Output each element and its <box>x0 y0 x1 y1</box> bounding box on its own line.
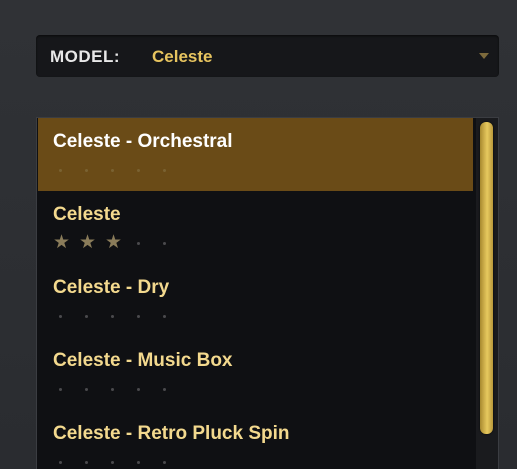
rating-dot <box>163 460 166 464</box>
empty-rating-dot-icon[interactable] <box>79 454 105 469</box>
preset-name: Celeste <box>53 204 121 225</box>
preset-rating[interactable]: ★ ★ ★ <box>53 233 183 252</box>
preset-item[interactable]: Celeste - Orchestral <box>38 118 473 191</box>
empty-rating-dot-icon[interactable] <box>157 308 183 324</box>
preset-rating[interactable] <box>53 454 183 469</box>
rating-dot <box>85 387 88 391</box>
preset-name: Celeste - Retro Pluck Spin <box>53 423 290 444</box>
preset-rating[interactable] <box>53 308 183 324</box>
empty-rating-dot-icon[interactable] <box>79 381 105 397</box>
instrument-browser: MODEL: Celeste Celeste - Orchestral Cele… <box>0 0 517 469</box>
empty-rating-dot-icon[interactable] <box>131 308 157 324</box>
preset-rating[interactable] <box>53 381 183 397</box>
star-icon[interactable]: ★ <box>105 233 131 252</box>
empty-rating-dot-icon[interactable] <box>105 381 131 397</box>
empty-rating-dot-icon[interactable] <box>131 162 157 178</box>
empty-rating-dot-icon[interactable] <box>79 162 105 178</box>
model-selector[interactable]: MODEL: Celeste <box>36 35 499 77</box>
empty-rating-dot-icon[interactable] <box>79 308 105 324</box>
rating-dot <box>137 241 140 245</box>
rating-dot <box>111 314 114 318</box>
empty-rating-dot-icon[interactable] <box>105 162 131 178</box>
scrollbar-thumb[interactable] <box>480 122 493 434</box>
rating-dot <box>85 314 88 318</box>
rating-dot <box>137 387 140 391</box>
empty-rating-dot-icon[interactable] <box>53 162 79 178</box>
preset-list: Celeste - Orchestral Celeste ★ ★ ★ Celeste… <box>36 117 499 469</box>
rating-dot <box>137 460 140 464</box>
model-value[interactable]: Celeste <box>152 47 212 67</box>
rating-dot <box>111 387 114 391</box>
rating-dot <box>163 168 166 172</box>
preset-rating[interactable] <box>53 162 183 178</box>
rating-dot <box>59 460 62 464</box>
preset-name: Celeste - Music Box <box>53 350 233 371</box>
rating-dot <box>85 168 88 172</box>
empty-rating-dot-icon[interactable] <box>131 454 157 469</box>
model-label: MODEL: <box>50 47 121 66</box>
rating-dot <box>163 314 166 318</box>
rating-dot <box>111 168 114 172</box>
empty-rating-dot-icon[interactable] <box>157 381 183 397</box>
empty-rating-dot-icon[interactable] <box>53 381 79 397</box>
empty-rating-dot-icon[interactable] <box>105 454 131 469</box>
star-icon[interactable]: ★ <box>53 233 79 252</box>
empty-rating-dot-icon[interactable] <box>53 308 79 324</box>
empty-rating-dot-icon[interactable] <box>131 381 157 397</box>
empty-rating-dot-icon[interactable] <box>157 162 183 178</box>
preset-item[interactable]: Celeste - Dry <box>38 264 473 337</box>
empty-rating-dot-icon[interactable] <box>157 454 183 469</box>
triangle-down-icon[interactable] <box>479 53 489 59</box>
rating-dot <box>163 387 166 391</box>
empty-rating-dot-icon[interactable] <box>53 454 79 469</box>
rating-dot <box>85 460 88 464</box>
rating-dot <box>59 168 62 172</box>
rating-dot <box>59 387 62 391</box>
preset-item[interactable]: Celeste - Music Box <box>38 337 473 410</box>
star-icon[interactable]: ★ <box>79 233 105 252</box>
scrollbar-track[interactable] <box>476 118 498 469</box>
preset-name: Celeste - Dry <box>53 277 170 298</box>
rating-dot <box>137 168 140 172</box>
preset-item[interactable]: Celeste - Retro Pluck Spin <box>38 410 473 469</box>
rating-dot <box>163 241 166 245</box>
rating-dot <box>111 460 114 464</box>
preset-item[interactable]: Celeste ★ ★ ★ <box>38 191 473 264</box>
preset-name: Celeste - Orchestral <box>53 131 233 152</box>
rating-dot <box>59 314 62 318</box>
rating-dot <box>137 314 140 318</box>
empty-rating-dot-icon[interactable] <box>131 235 157 251</box>
empty-rating-dot-icon[interactable] <box>105 308 131 324</box>
empty-rating-dot-icon[interactable] <box>157 235 183 251</box>
